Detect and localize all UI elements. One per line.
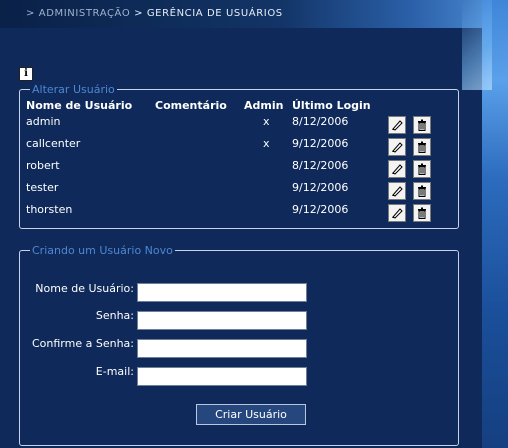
breadcrumb-parent[interactable]: > ADMINISTRAÇÃO	[26, 8, 130, 19]
column-header-comment: Comentário	[155, 99, 227, 112]
edit-user-button[interactable]	[388, 138, 406, 156]
delete-user-button[interactable]	[413, 116, 431, 134]
header-bar: > ADMINISTRAÇÃO > GERÊNCIA DE USUÁRIOS	[0, 0, 508, 28]
password-label: Senha:	[95, 309, 134, 322]
column-header-name: Nome de Usuário	[26, 99, 133, 112]
user-name-cell: tester	[26, 181, 59, 194]
edit-user-button[interactable]	[388, 160, 406, 178]
user-admin-cell: x	[263, 115, 270, 128]
user-last-login-cell: 8/12/2006	[292, 159, 349, 172]
delete-user-button[interactable]	[413, 204, 431, 222]
delete-user-button[interactable]	[413, 160, 431, 178]
user-name-cell: callcenter	[26, 137, 81, 150]
user-name-cell: admin	[26, 115, 61, 128]
trash-icon	[418, 207, 426, 219]
user-last-login-cell: 9/12/2006	[292, 137, 349, 150]
trash-icon	[418, 119, 426, 131]
breadcrumb: > ADMINISTRAÇÃO > GERÊNCIA DE USUÁRIOS	[26, 8, 283, 19]
edit-user-button[interactable]	[388, 116, 406, 134]
email-input[interactable]	[137, 367, 307, 386]
pencil-icon	[392, 164, 403, 175]
user-last-login-cell: 8/12/2006	[292, 115, 349, 128]
edit-user-button[interactable]	[388, 182, 406, 200]
delete-user-button[interactable]	[413, 182, 431, 200]
column-header-admin: Admin	[244, 99, 284, 112]
pencil-icon	[392, 120, 403, 131]
trash-icon	[418, 141, 426, 153]
breadcrumb-current: > GERÊNCIA DE USUÁRIOS	[134, 8, 283, 19]
edit-users-legend: Alterar Usuário	[32, 83, 115, 96]
trash-icon	[418, 185, 426, 197]
new-user-legend: Criando um Usuário Novo	[32, 244, 173, 257]
user-last-login-cell: 9/12/2006	[292, 203, 349, 216]
pencil-icon	[392, 142, 403, 153]
decorative-glow	[462, 0, 492, 90]
user-admin-cell: x	[263, 137, 270, 150]
trash-icon	[418, 163, 426, 175]
pencil-icon	[392, 186, 403, 197]
email-label: E-mail:	[95, 365, 134, 378]
password-input[interactable]	[137, 311, 307, 330]
confirm-password-label: Confirme a Senha:	[32, 337, 134, 350]
edit-user-button[interactable]	[388, 204, 406, 222]
user-last-login-cell: 9/12/2006	[292, 181, 349, 194]
username-label: Nome de Usuário:	[35, 282, 134, 295]
delete-user-button[interactable]	[413, 138, 431, 156]
username-input[interactable]	[137, 283, 307, 302]
create-user-button[interactable]: Criar Usuário	[196, 404, 306, 425]
confirm-password-input[interactable]	[137, 339, 307, 358]
pencil-icon	[392, 208, 403, 219]
info-icon[interactable]: i	[19, 67, 33, 81]
user-name-cell: thorsten	[26, 203, 73, 216]
user-name-cell: robert	[26, 159, 60, 172]
column-header-last-login: Último Login	[292, 99, 371, 112]
